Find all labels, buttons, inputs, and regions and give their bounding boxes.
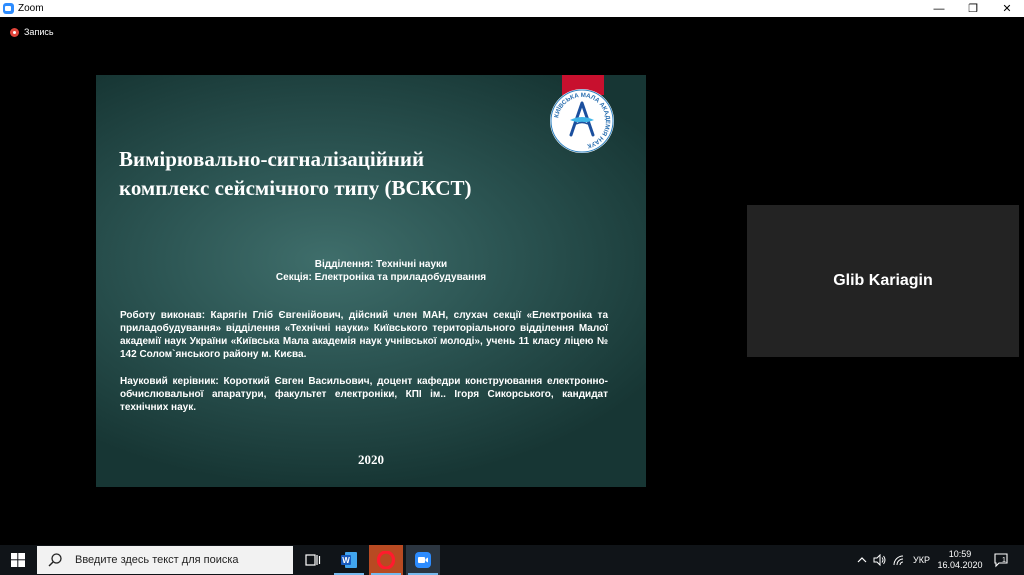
- chevron-up-icon: [857, 557, 867, 563]
- wifi-icon: [893, 555, 904, 566]
- recording-label: Запись: [24, 27, 54, 37]
- record-icon: [10, 27, 19, 37]
- slide-year: 2020: [358, 452, 384, 467]
- taskbar-word[interactable]: W: [332, 545, 366, 575]
- section-line: Секція: Електроніка та приладобудування: [275, 272, 487, 283]
- taskbar-zoom[interactable]: [406, 545, 440, 575]
- window-controls: — ❐ ✕: [922, 0, 1024, 17]
- window-title: Zoom: [18, 3, 44, 14]
- search-placeholder: Введите здесь текст для поиска: [75, 554, 239, 566]
- department-line: Відділення: Технічні науки: [314, 259, 448, 270]
- tray-network[interactable]: [891, 545, 907, 575]
- volume-icon: [873, 554, 886, 566]
- window-titlebar: Zoom — ❐ ✕: [0, 0, 1024, 17]
- slide-department-block: Відділення: Технічні науки Секція: Елект…: [96, 258, 646, 284]
- zoom-app-icon: [3, 3, 14, 14]
- author-paragraph: Роботу виконав: Карягін Гліб Євгенійович…: [120, 310, 608, 360]
- search-icon: [48, 553, 62, 567]
- slide-title: Вимірювально-сигналізаційний комплекс се…: [119, 147, 472, 200]
- start-button[interactable]: [0, 545, 36, 575]
- task-view-icon: [305, 554, 321, 566]
- tray-show-hidden-button[interactable]: [855, 545, 869, 575]
- opera-icon: [377, 551, 395, 569]
- tray-clock[interactable]: 10:59 16.04.2020: [936, 549, 984, 571]
- notification-icon: [994, 553, 1008, 568]
- clock-time: 10:59: [948, 549, 972, 559]
- word-icon: W: [341, 552, 357, 568]
- participant-name: Glib Kariagin: [833, 272, 933, 289]
- task-view-button[interactable]: [296, 545, 330, 575]
- shared-screen-slide: КИЇВСЬКА МАЛА АКАДЕМІЯ НАУК Вимірювально…: [96, 75, 646, 487]
- tray-volume[interactable]: [872, 545, 888, 575]
- taskbar-opera[interactable]: [369, 545, 403, 575]
- minimize-button[interactable]: —: [922, 0, 956, 17]
- taskbar-search-box[interactable]: Введите здесь текст для поиска: [37, 546, 293, 574]
- participant-video-tile[interactable]: Glib Kariagin: [747, 205, 1019, 357]
- restore-button[interactable]: ❐: [956, 0, 990, 17]
- tray-language[interactable]: УКР: [913, 555, 930, 565]
- action-center-button[interactable]: 1: [990, 545, 1012, 575]
- windows-taskbar: Введите здесь текст для поиска W УКР 10:…: [0, 545, 1024, 575]
- close-button[interactable]: ✕: [990, 0, 1024, 17]
- supervisor-paragraph: Науковий керівник: Короткий Євген Василь…: [120, 376, 608, 413]
- recording-indicator[interactable]: Запись: [10, 27, 54, 37]
- svg-text:W: W: [342, 556, 350, 565]
- zoom-icon: [415, 552, 431, 568]
- notification-count: 1: [1002, 557, 1006, 564]
- academy-logo-icon: КИЇВСЬКА МАЛА АКАДЕМІЯ НАУК: [550, 89, 614, 153]
- windows-logo-icon: [11, 553, 25, 567]
- clock-date: 16.04.2020: [937, 560, 983, 570]
